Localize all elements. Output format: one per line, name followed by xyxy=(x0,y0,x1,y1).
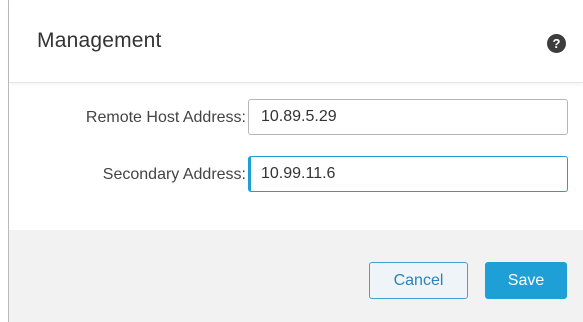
save-button[interactable]: Save xyxy=(485,262,567,299)
remote-host-row: Remote Host Address: xyxy=(9,99,583,139)
secondary-address-row: Secondary Address: xyxy=(9,156,583,196)
management-dialog: Management ? Remote Host Address: Second… xyxy=(8,0,583,322)
remote-host-label: Remote Host Address: xyxy=(85,109,246,126)
dialog-footer: Cancel Save xyxy=(9,230,583,322)
dialog-title: Management xyxy=(37,29,162,52)
secondary-address-input[interactable] xyxy=(248,156,568,192)
dialog-header: Management ? xyxy=(9,0,583,83)
remote-host-input[interactable] xyxy=(248,99,568,135)
secondary-address-label: Secondary Address: xyxy=(102,166,246,183)
help-icon[interactable]: ? xyxy=(547,34,566,53)
cancel-button[interactable]: Cancel xyxy=(369,262,468,299)
